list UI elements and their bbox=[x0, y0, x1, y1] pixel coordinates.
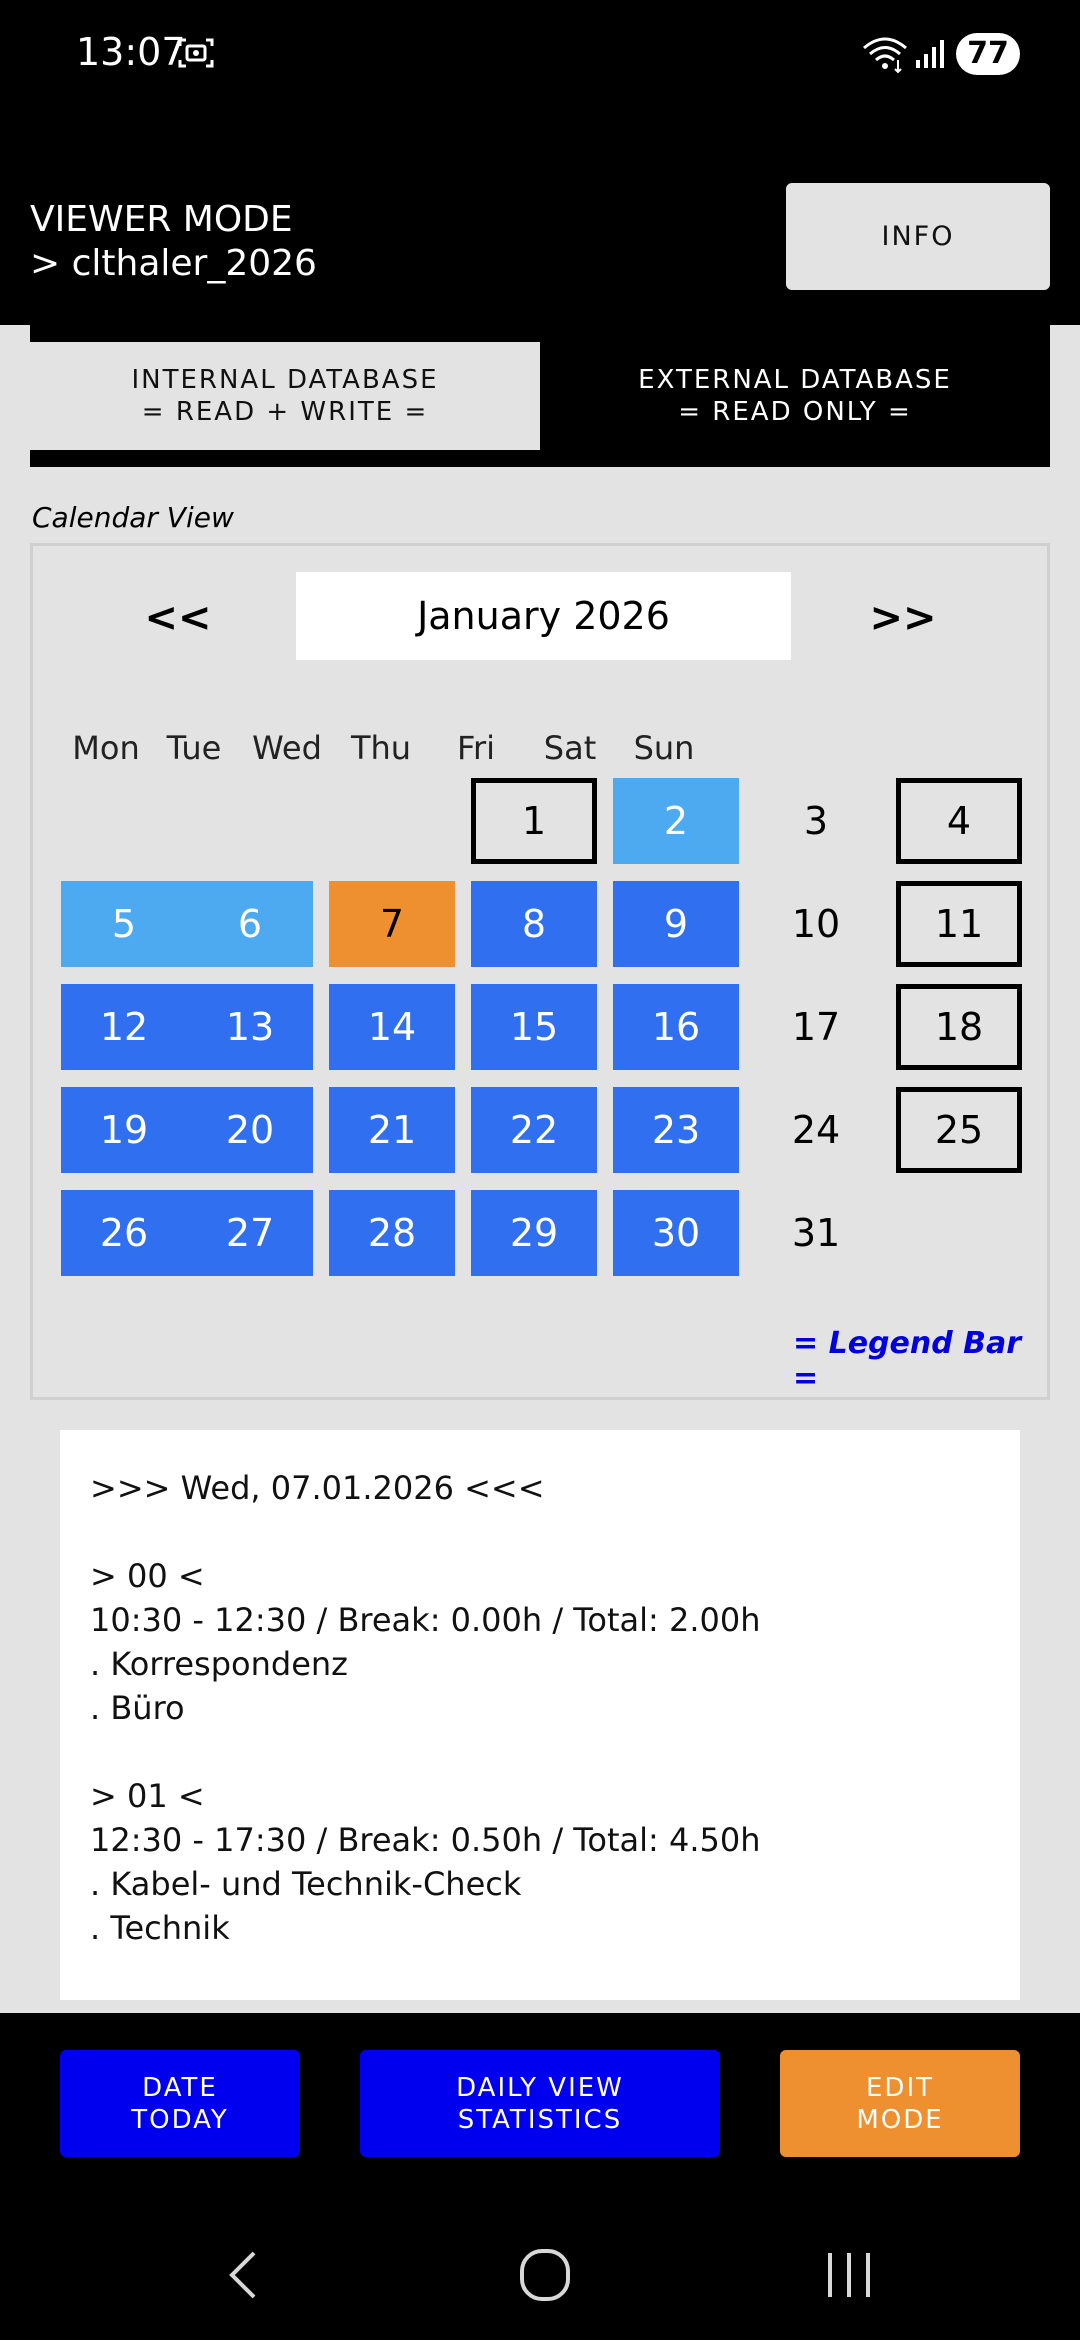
main-content: INTERNAL DATABASE = READ + WRITE = EXTER… bbox=[0, 325, 1080, 2013]
calendar: << January 2026 >> Mon Tue Wed Thu Fri S… bbox=[30, 543, 1050, 1400]
calendar-day[interactable]: 9 bbox=[613, 881, 739, 967]
detail-line: . Technik bbox=[90, 1909, 230, 1947]
detail-line: 12:30 - 17:30 / Break: 0.50h / Total: 4.… bbox=[90, 1821, 761, 1859]
calendar-day[interactable]: 6 bbox=[187, 881, 313, 967]
calendar-day[interactable]: 27 bbox=[187, 1190, 313, 1276]
date-today-button[interactable]: DATE TODAY bbox=[60, 2050, 300, 2157]
detail-line: > 00 < bbox=[90, 1557, 205, 1595]
detail-line: >>> Wed, 07.01.2026 <<< bbox=[90, 1469, 545, 1507]
day-detail-panel: >>> Wed, 07.01.2026 <<< > 00 < 10:30 - 12:… bbox=[60, 1430, 1020, 2000]
calendar-day[interactable]: 30 bbox=[613, 1190, 739, 1276]
daily-view-line2: STATISTICS bbox=[457, 2104, 623, 2135]
detail-line: > 01 < bbox=[90, 1777, 205, 1815]
detail-line bbox=[90, 1730, 990, 1774]
user-label: > clthaler_2026 bbox=[30, 243, 317, 284]
calendar-day[interactable]: 3 bbox=[753, 778, 879, 864]
calendar-day[interactable]: 20 bbox=[187, 1087, 313, 1173]
calendar-day[interactable]: 22 bbox=[471, 1087, 597, 1173]
calendar-day[interactable]: 23 bbox=[613, 1087, 739, 1173]
calendar-day[interactable]: 29 bbox=[471, 1190, 597, 1276]
mode-label: VIEWER MODE bbox=[30, 199, 293, 240]
date-today-line2: TODAY bbox=[131, 2104, 229, 2135]
daily-view-line1: DAILY VIEW bbox=[456, 2072, 624, 2103]
signal-icon bbox=[916, 40, 944, 68]
info-button[interactable]: INFO bbox=[786, 183, 1050, 290]
status-time: 13:07 bbox=[76, 30, 186, 74]
detail-line: . Korrespondenz bbox=[90, 1645, 348, 1683]
app-header: VIEWER MODE > clthaler_2026 INFO bbox=[0, 110, 1080, 325]
month-title: January 2026 bbox=[296, 572, 791, 660]
battery-indicator: 77 bbox=[956, 33, 1020, 75]
calendar-day[interactable]: 14 bbox=[329, 984, 455, 1070]
bottom-action-bar: DATE TODAY DAILY VIEW STATISTICS EDIT MO… bbox=[0, 2013, 1080, 2213]
prev-month-button[interactable]: << bbox=[118, 588, 238, 648]
calendar-day[interactable]: 25 bbox=[896, 1087, 1022, 1173]
status-bar: 13:07 77 bbox=[0, 0, 1080, 110]
wifi-icon bbox=[863, 37, 907, 74]
screenshot-icon bbox=[178, 38, 214, 68]
home-icon[interactable] bbox=[510, 2243, 580, 2307]
calendar-day[interactable]: 28 bbox=[329, 1190, 455, 1276]
calendar-day[interactable]: 1 bbox=[471, 778, 597, 864]
viewer-mode-title: VIEWER MODE > clthaler_2026 bbox=[30, 198, 317, 286]
calendar-day[interactable]: 18 bbox=[896, 984, 1022, 1070]
calendar-day[interactable]: 7 bbox=[329, 881, 455, 967]
calendar-day[interactable]: 4 bbox=[896, 778, 1022, 864]
calendar-day[interactable]: 21 bbox=[329, 1087, 455, 1173]
legend-bar-link[interactable]: = Legend Bar = bbox=[793, 1326, 1047, 1396]
weekday-sun: Sun bbox=[633, 729, 695, 767]
calendar-day[interactable]: 19 bbox=[61, 1087, 187, 1173]
calendar-day[interactable]: 12 bbox=[61, 984, 187, 1070]
calendar-day[interactable]: 10 bbox=[753, 881, 879, 967]
calendar-day[interactable]: 11 bbox=[896, 881, 1022, 967]
system-nav-bar bbox=[0, 2213, 1080, 2340]
detail-line: 10:30 - 12:30 / Break: 0.00h / Total: 2.… bbox=[90, 1601, 761, 1639]
calendar-day[interactable]: 24 bbox=[753, 1087, 879, 1173]
edit-mode-line2: MODE bbox=[856, 2104, 944, 2135]
calendar-day[interactable]: 13 bbox=[187, 984, 313, 1070]
calendar-day[interactable]: 2 bbox=[613, 778, 739, 864]
daily-view-statistics-button[interactable]: DAILY VIEW STATISTICS bbox=[360, 2050, 720, 2157]
recents-icon[interactable] bbox=[814, 2243, 884, 2307]
calendar-day[interactable]: 31 bbox=[753, 1190, 879, 1276]
detail-line: . Kabel- und Technik-Check bbox=[90, 1865, 522, 1903]
tab-external-subtitle: = READ ONLY = bbox=[678, 397, 912, 427]
edit-mode-button[interactable]: EDIT MODE bbox=[780, 2050, 1020, 2157]
calendar-day[interactable]: 5 bbox=[61, 881, 187, 967]
database-tabs: INTERNAL DATABASE = READ + WRITE = EXTER… bbox=[30, 325, 1050, 467]
calendar-day[interactable]: 26 bbox=[61, 1190, 187, 1276]
next-month-button[interactable]: >> bbox=[843, 588, 963, 648]
tab-internal-subtitle: = READ + WRITE = bbox=[141, 397, 429, 427]
detail-line: . Büro bbox=[90, 1689, 185, 1727]
tab-internal-title: INTERNAL DATABASE bbox=[131, 365, 439, 395]
detail-line bbox=[90, 1510, 990, 1554]
calendar-day[interactable]: 16 bbox=[613, 984, 739, 1070]
calendar-day[interactable]: 8 bbox=[471, 881, 597, 967]
date-today-line1: DATE bbox=[142, 2072, 218, 2103]
calendar-day[interactable]: 15 bbox=[471, 984, 597, 1070]
calendar-day[interactable]: 17 bbox=[753, 984, 879, 1070]
calendar-view-label: Calendar View bbox=[32, 501, 234, 534]
tab-internal-database[interactable]: INTERNAL DATABASE = READ + WRITE = bbox=[30, 342, 540, 450]
edit-mode-line1: EDIT bbox=[866, 2072, 934, 2103]
tab-external-title: EXTERNAL DATABASE bbox=[638, 365, 952, 395]
back-icon[interactable] bbox=[210, 2243, 280, 2307]
tab-external-database[interactable]: EXTERNAL DATABASE = READ ONLY = bbox=[540, 342, 1050, 450]
